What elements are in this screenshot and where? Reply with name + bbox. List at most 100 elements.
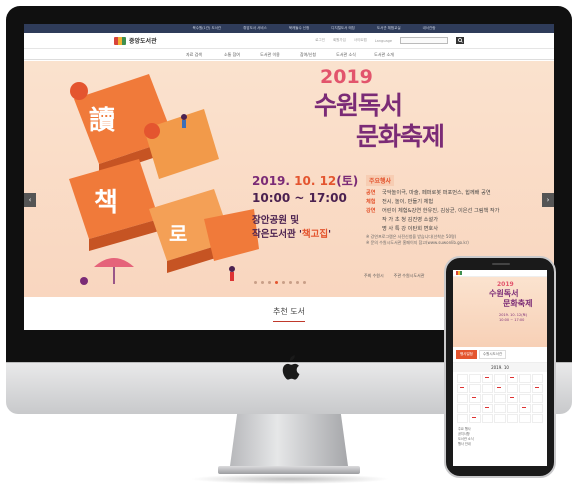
nav-item-news[interactable]: 도서관 소식 [327, 49, 365, 59]
calendar-day[interactable] [469, 414, 481, 423]
imac-stand-foot [218, 466, 360, 474]
search-input[interactable] [400, 37, 448, 44]
logo-text: 중앙도서관 [129, 38, 157, 45]
calendar-day[interactable] [506, 384, 519, 393]
library-logo-icon [114, 36, 126, 45]
banner-place-line1: 장안공원 및 [252, 215, 300, 226]
top-link[interactable]: 디지털도서 매칭 [321, 24, 365, 33]
mobile-header [453, 270, 547, 277]
banner-date: 2019. 10. 12(토) [252, 174, 359, 188]
slide-dot[interactable] [282, 281, 285, 284]
slide-dot[interactable] [296, 281, 299, 284]
top-link[interactable]: 도서관 체험교실 [367, 24, 411, 33]
calendar-day[interactable] [494, 374, 506, 383]
utility-links: 로그인 회원가입 사이트맵 Language [315, 37, 464, 44]
calendar-day[interactable] [494, 394, 506, 403]
site-header: 중앙도서관 로그인 회원가입 사이트맵 Language [24, 33, 554, 49]
mobile-banner-date: 2019. 10. 12(토) 10:00 ~ 17:00 [499, 313, 528, 322]
calendar-day[interactable] [531, 394, 543, 403]
calendar-day[interactable] [531, 414, 543, 423]
program-row: 작 가 초 청 김진영 소설가 [382, 217, 438, 223]
calendar-day[interactable] [481, 414, 494, 423]
sitemap-link[interactable]: 사이트맵 [354, 38, 367, 43]
recommend-heading: 추천 도서 [273, 306, 305, 322]
tab-schedule[interactable]: 행사일정 [456, 350, 477, 359]
calendar-day[interactable] [506, 394, 519, 403]
svg-text:로: 로 [169, 222, 187, 246]
slide-dot[interactable] [303, 281, 306, 284]
program-list: 주요행사 공연 국악놀이극, 마술, 페퍼로봇 퍼포먼스, 힙께배 공연 체험 전시… [366, 168, 546, 246]
program-row: 공연 국악놀이극, 마술, 페퍼로봇 퍼포먼스, 힙께배 공연 [366, 190, 491, 196]
calendar-day[interactable] [481, 394, 494, 403]
calendar-day[interactable] [457, 374, 469, 383]
slide-dot[interactable] [268, 281, 271, 284]
calendar-day[interactable] [519, 414, 531, 423]
banner-title-line2: 문화축제 [356, 122, 445, 151]
calendar-day[interactable] [469, 384, 481, 393]
slide-dot-active[interactable] [275, 281, 278, 284]
top-link[interactable]: 휴암도서 서비스 [233, 24, 277, 33]
mobile-banner-title-line2: 문화축제 [503, 299, 533, 308]
device-mockup: 북수원(1관) 도서관 휴암도서 서비스 북캐돌수 신청 디지털도서 매칭 도서… [0, 0, 580, 493]
login-link[interactable]: 로그인 [315, 38, 325, 43]
calendar-day[interactable] [506, 374, 519, 383]
mobile-banner-year: 2019 [497, 281, 514, 288]
calendar-day[interactable] [519, 374, 531, 383]
calendar-day[interactable] [469, 374, 481, 383]
calendar-day[interactable] [481, 404, 494, 413]
mobile-banner[interactable]: 2019 수원독서 문화축제 2019. 10. 12(토) 10:00 ~ 17… [453, 277, 547, 347]
calendar-day[interactable] [469, 404, 481, 413]
list-item[interactable]: 행사 안내 [458, 442, 542, 447]
program-note: ※ 문의 수원시도서관 홈페이지 참고(www.suwonlib.go.kr) [366, 240, 469, 245]
slide-dot[interactable] [289, 281, 292, 284]
top-link[interactable]: 북수원(1관) 도서관 [183, 24, 232, 33]
tab-library[interactable]: 수원시도서관 [478, 350, 507, 359]
nav-item-usage[interactable]: 도서관 이용 [251, 49, 289, 59]
slide-indicators [254, 281, 306, 284]
next-slide-button[interactable]: › [542, 193, 554, 207]
top-link[interactable]: 북캐돌수 신청 [279, 24, 319, 33]
calendar-day[interactable] [457, 384, 469, 393]
slide-dot[interactable] [254, 281, 257, 284]
calendar-day[interactable] [457, 404, 469, 413]
calendar-day[interactable] [494, 404, 506, 413]
calendar-day[interactable] [519, 404, 531, 413]
calendar-day[interactable] [481, 384, 494, 393]
organizers: 주최 수원시 주관 수원시도서관 [364, 273, 424, 279]
calendar-day[interactable] [494, 384, 506, 393]
festival-illustration: 讀 책 로 [69, 74, 259, 285]
svg-text:책: 책 [94, 188, 118, 218]
calendar-day[interactable] [506, 404, 519, 413]
calendar-day[interactable] [519, 384, 531, 393]
library-logo-icon [456, 271, 462, 275]
calendar-day[interactable] [531, 374, 543, 383]
nav-item-about[interactable]: 도서관 소개 [365, 49, 403, 59]
slide-dot[interactable] [261, 281, 264, 284]
top-link[interactable]: 내서관람 [413, 24, 446, 33]
calendar-day[interactable] [494, 414, 506, 423]
calendar-day[interactable] [457, 394, 469, 403]
program-row: 명 사 특 강 이탄희 변호사 [382, 226, 438, 232]
desk-shadow [190, 474, 390, 484]
nav-item-community[interactable]: 소통 참여 [213, 49, 251, 59]
program-row: 강연 어린이 체험&강연 한유진, 김상균, 이은선 그림책 작가 [366, 208, 500, 214]
phone-screen: 2019 수원독서 문화축제 2019. 10. 12(토) 10:00 ~ 17… [453, 270, 547, 466]
language-select[interactable]: Language [375, 39, 392, 43]
calendar-day[interactable] [457, 414, 469, 423]
nav-item-search[interactable]: 자료 검색 [175, 49, 213, 59]
nav-item-apply[interactable]: 참여/신청 [289, 49, 327, 59]
organizer-manager: 주관 수원시도서관 [393, 273, 425, 278]
calendar-day[interactable] [531, 404, 543, 413]
calendar-day[interactable] [531, 384, 543, 393]
banner-time: 10:00 ~ 17:00 [252, 191, 347, 205]
site-logo[interactable]: 중앙도서관 [114, 36, 157, 45]
program-row: 체험 전시, 놀이, 만들기 체험 [366, 199, 434, 205]
calendar-day[interactable] [519, 394, 531, 403]
calendar-day[interactable] [506, 414, 519, 423]
calendar-day[interactable] [481, 374, 494, 383]
prev-slide-button[interactable]: ‹ [24, 193, 36, 207]
join-link[interactable]: 회원가입 [333, 38, 346, 43]
search-button[interactable] [456, 37, 464, 44]
calendar-day[interactable] [469, 394, 481, 403]
search-icon [457, 38, 463, 43]
